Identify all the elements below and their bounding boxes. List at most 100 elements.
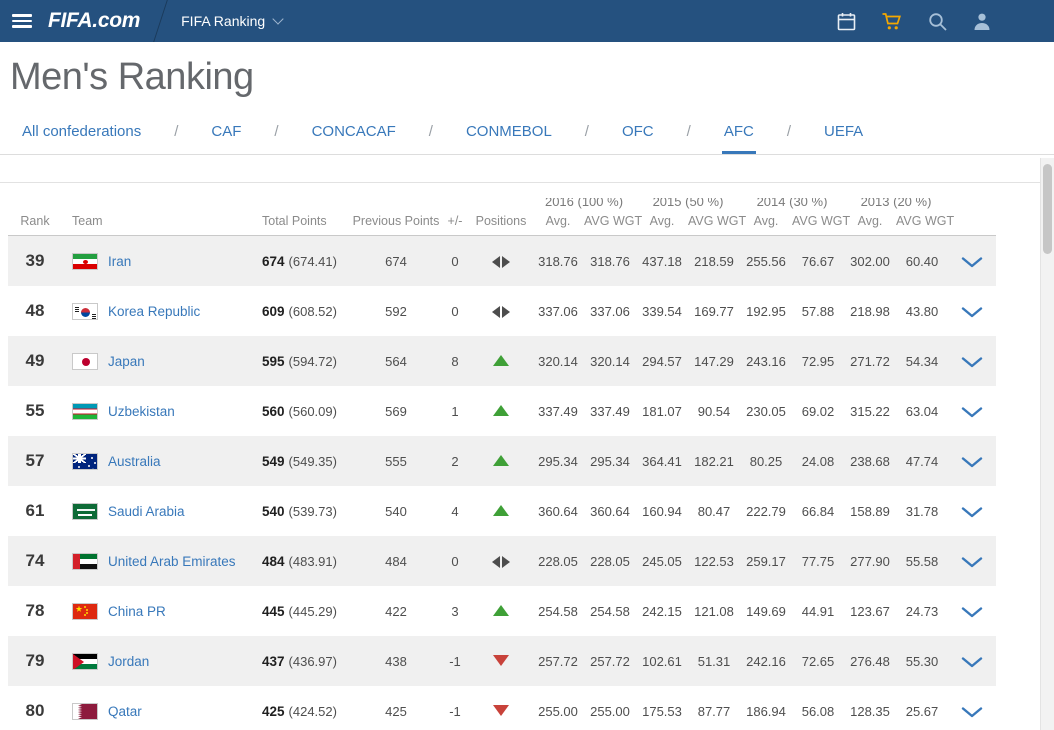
year-group-label: 2013 (20 %) [844, 198, 948, 211]
expand-row-button[interactable] [948, 386, 996, 436]
team-link[interactable]: United Arab Emirates [108, 554, 236, 569]
value-cell: 60.40 [896, 236, 948, 287]
section-divider [0, 182, 1040, 183]
table-row: 48Korea Republic609(608.52)5920337.06337… [8, 286, 996, 336]
value-cell: 257.72 [532, 636, 584, 686]
rank-equal-icon [492, 254, 510, 269]
chevron-down-icon [961, 507, 983, 518]
total-points-cell: 425(424.52) [256, 686, 352, 730]
column-header: Avg. [844, 214, 896, 236]
trend-cell [470, 686, 532, 730]
fifa-logo[interactable]: FIFA.com [48, 9, 140, 33]
value-cell: 63.04 [896, 386, 948, 436]
fifa-ranking-label: FIFA Ranking [181, 13, 265, 29]
flag-korea-republic-icon [72, 303, 98, 320]
value-cell: 149.69 [740, 586, 792, 636]
tab-separator: / [174, 123, 178, 140]
rank-cell: 74 [8, 536, 62, 586]
tab-ofc[interactable]: OFC [620, 123, 656, 154]
tab-afc[interactable]: AFC [722, 123, 756, 154]
value-cell: 230.05 [740, 386, 792, 436]
total-points-cell: 437(436.97) [256, 636, 352, 686]
rank-cell: 39 [8, 236, 62, 287]
chevron-down-icon [961, 657, 983, 668]
value-cell: 158.89 [844, 486, 896, 536]
topbar: FIFA.com FIFA Ranking [0, 0, 1054, 42]
value-cell: 69.02 [792, 386, 844, 436]
total-points-cell: 609(608.52) [256, 286, 352, 336]
expand-row-button[interactable] [948, 486, 996, 536]
tab-separator: / [687, 123, 691, 140]
team-link[interactable]: Saudi Arabia [108, 504, 185, 519]
column-header: Rank [8, 214, 62, 236]
expand-row-button[interactable] [948, 636, 996, 686]
expand-row-button[interactable] [948, 436, 996, 486]
previous-points-cell: 422 [352, 586, 440, 636]
rank-cell: 49 [8, 336, 62, 386]
team-link[interactable]: Japan [108, 354, 145, 369]
trend-cell [470, 236, 532, 287]
chevron-down-icon [961, 257, 983, 268]
menu-icon[interactable] [12, 11, 34, 31]
column-header: Avg. [636, 214, 688, 236]
tab-uefa[interactable]: UEFA [822, 123, 865, 154]
value-cell: 315.22 [844, 386, 896, 436]
previous-points-cell: 564 [352, 336, 440, 386]
total-points-cell: 445(445.29) [256, 586, 352, 636]
value-cell: 72.95 [792, 336, 844, 386]
table-row: 49Japan595(594.72)5648320.14320.14294.57… [8, 336, 996, 386]
rank-cell: 78 [8, 586, 62, 636]
value-cell: 25.67 [896, 686, 948, 730]
cart-icon[interactable] [881, 11, 903, 32]
value-cell: 47.74 [896, 436, 948, 486]
expand-row-button[interactable] [948, 286, 996, 336]
value-cell: 360.64 [584, 486, 636, 536]
tab-concacaf[interactable]: CONCACAF [310, 123, 398, 154]
total-points-cell: 484(483.91) [256, 536, 352, 586]
value-cell: 218.59 [688, 236, 740, 287]
value-cell: 277.90 [844, 536, 896, 586]
expand-row-button[interactable] [948, 336, 996, 386]
previous-points-cell: 438 [352, 636, 440, 686]
expand-row-button[interactable] [948, 586, 996, 636]
value-cell: 56.08 [792, 686, 844, 730]
team-link[interactable]: Qatar [108, 704, 142, 719]
table-row: 74United Arab Emirates484(483.91)4840228… [8, 536, 996, 586]
value-cell: 80.25 [740, 436, 792, 486]
expand-row-button[interactable] [948, 686, 996, 730]
confederation-tabs: All confederations/CAF/CONCACAF/CONMEBOL… [0, 123, 1054, 155]
value-cell: 337.06 [584, 286, 636, 336]
total-points-cell: 540(539.73) [256, 486, 352, 536]
team-link[interactable]: China PR [108, 604, 166, 619]
team-link[interactable]: Jordan [108, 654, 149, 669]
trend-cell [470, 636, 532, 686]
team-cell: Uzbekistan [62, 386, 256, 436]
vertical-scrollbar[interactable] [1040, 158, 1054, 730]
value-cell: 182.21 [688, 436, 740, 486]
value-cell: 245.05 [636, 536, 688, 586]
team-cell: Jordan [62, 636, 256, 686]
tab-caf[interactable]: CAF [209, 123, 243, 154]
team-link[interactable]: Iran [108, 254, 131, 269]
value-cell: 192.95 [740, 286, 792, 336]
rank-cell: 80 [8, 686, 62, 730]
table-row: 57Australia549(549.35)5552295.34295.3436… [8, 436, 996, 486]
tab-conmebol[interactable]: CONMEBOL [464, 123, 554, 154]
team-link[interactable]: Uzbekistan [108, 404, 175, 419]
page-title: Men's Ranking [10, 56, 1054, 99]
rank-down-icon [493, 655, 509, 666]
team-link[interactable]: Korea Republic [108, 304, 200, 319]
fifa-ranking-menu[interactable]: FIFA Ranking [181, 13, 282, 29]
value-cell: 318.76 [532, 236, 584, 287]
expand-row-button[interactable] [948, 236, 996, 287]
value-cell: 255.56 [740, 236, 792, 287]
scrollbar-thumb[interactable] [1043, 164, 1052, 254]
calendar-icon[interactable] [836, 11, 857, 32]
profile-icon[interactable] [972, 11, 992, 32]
tab-all-confederations[interactable]: All confederations [20, 123, 143, 154]
team-link[interactable]: Australia [108, 454, 161, 469]
expand-row-button[interactable] [948, 536, 996, 586]
trend-cell [470, 536, 532, 586]
search-icon[interactable] [927, 11, 948, 32]
flag-china-pr-icon [72, 603, 98, 620]
